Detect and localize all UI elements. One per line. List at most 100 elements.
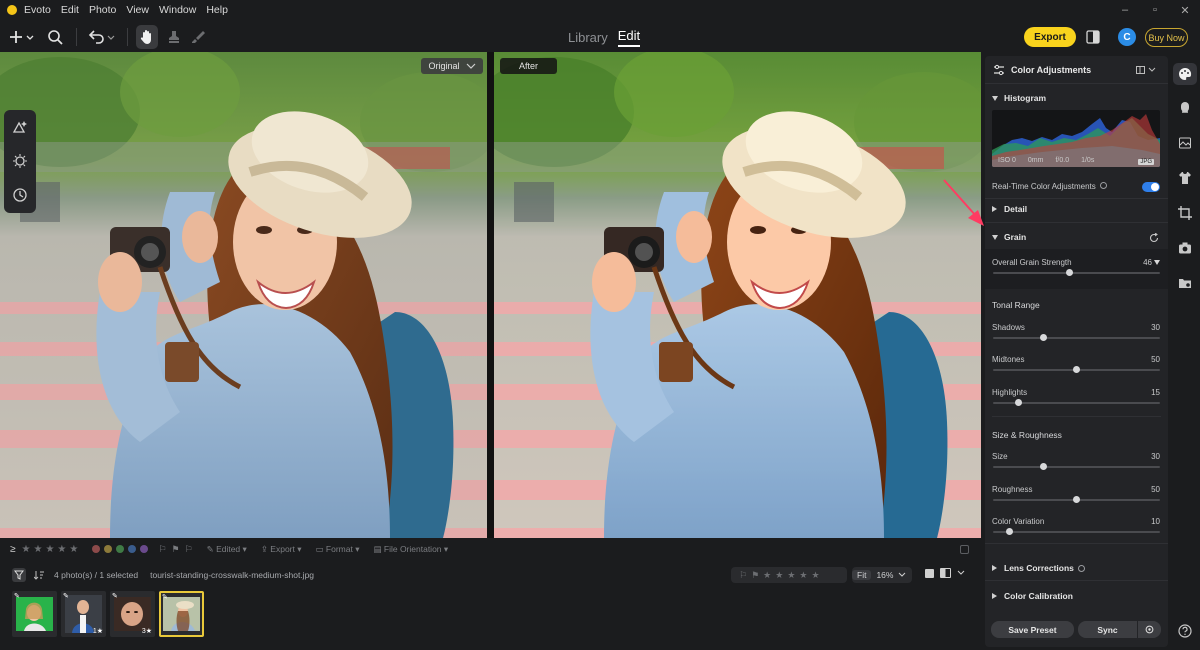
info-icon[interactable] [1077,564,1085,572]
filter-orientation[interactable]: ▤ File Orientation ▾ [373,544,448,555]
flag-icon[interactable]: ⚑ [171,544,179,555]
lens-corrections-toggle[interactable]: Lens Corrections [992,561,1085,575]
after-photo[interactable] [494,52,981,538]
filter-button[interactable] [12,568,26,582]
roughness-value[interactable]: 50 [1151,485,1160,494]
slider-knob[interactable] [1039,334,1047,341]
grain-strength-value[interactable]: 46 [1143,258,1152,267]
clothing-icon[interactable] [1178,171,1192,185]
realtime-toggle[interactable] [1142,182,1160,192]
highlights-slider[interactable] [993,399,1160,406]
original-label[interactable]: Original [421,58,483,74]
help-icon[interactable] [1178,624,1192,638]
stamp-tool-button[interactable] [162,25,186,49]
star-icon[interactable]: ★ [69,544,78,555]
ai-adjust-icon[interactable] [12,119,28,135]
flag-icon[interactable]: ⚐ [739,570,747,581]
camera-icon[interactable] [1178,241,1192,255]
color-calibration-toggle[interactable]: Color Calibration [992,589,1073,603]
image-canvas[interactable]: Original After [0,52,981,538]
caret-down-icon[interactable] [1154,260,1160,265]
color-label-green[interactable] [116,545,125,553]
slider-knob[interactable] [1039,463,1047,470]
star-filter[interactable]: ★ ★ ★ ★ ★ [22,544,79,555]
tab-edit[interactable]: Edit [618,28,640,47]
star-icon[interactable]: ★ [763,570,771,581]
star-icon[interactable]: ★ [33,544,42,555]
thumbnail[interactable]: ✎ 1★ [61,591,106,637]
color-variation-value[interactable]: 10 [1151,517,1160,526]
star-icon[interactable]: ★ [811,570,819,581]
color-label-blue[interactable] [128,545,137,553]
reset-icon[interactable] [1149,233,1159,243]
sync-button[interactable]: Sync [1078,621,1137,638]
sort-icon[interactable] [34,570,44,580]
star-icon[interactable]: ★ [22,544,31,555]
light-effect-icon[interactable] [12,153,28,169]
star-icon[interactable]: ★ [799,570,807,581]
menu-help[interactable]: Help [206,4,228,16]
slider-knob[interactable] [1014,399,1022,406]
close-button[interactable]: ✕ [1170,0,1200,20]
thumbnail[interactable]: ✎ 3★ [110,591,155,637]
star-icon[interactable]: ★ [57,544,66,555]
menu-edit[interactable]: Edit [61,4,79,16]
panel-layout-icon[interactable] [1136,66,1156,74]
filter-format[interactable]: ▭ Format ▾ [316,544,360,555]
star-icon[interactable]: ★ [775,570,783,581]
highlights-value[interactable]: 15 [1151,388,1160,397]
detail-section-toggle[interactable]: Detail [992,202,1027,216]
shadows-value[interactable]: 30 [1151,323,1160,332]
flag-icon[interactable]: ⚐ [158,544,166,555]
slider-knob[interactable] [1073,366,1080,373]
original-photo[interactable] [0,52,487,538]
search-button[interactable] [42,25,68,49]
thumbnail-selected[interactable]: ✎ [159,591,204,637]
save-preset-button[interactable]: Save Preset [991,621,1074,638]
fit-button[interactable]: Fit [852,570,872,580]
grain-section-toggle[interactable]: Grain [992,230,1026,244]
info-icon[interactable] [1099,182,1107,189]
buy-now-button[interactable]: Buy Now [1145,28,1188,47]
size-value[interactable]: 30 [1151,452,1160,461]
single-view-icon[interactable] [925,568,934,578]
filter-edited[interactable]: ✎ Edited ▾ [207,544,247,555]
export-button[interactable]: Export [1024,27,1076,47]
maximize-button[interactable]: ▫ [1140,0,1170,20]
menu-window[interactable]: Window [159,4,196,16]
undo-button[interactable] [85,25,119,49]
chevron-down-icon[interactable] [957,570,965,576]
grain-strength-slider[interactable] [993,269,1160,276]
compare-view-icon[interactable] [940,568,951,578]
folder-settings-icon[interactable] [1178,276,1192,290]
flag-icon[interactable]: ⚑ [751,570,759,581]
shadows-slider[interactable] [993,334,1160,341]
before-after-toggle[interactable] [1086,30,1100,47]
midtones-value[interactable]: 50 [1151,355,1160,364]
color-label-red[interactable] [92,545,101,553]
menu-view[interactable]: View [126,4,149,16]
size-slider[interactable] [993,463,1160,470]
menu-app[interactable]: Evoto [24,4,51,16]
tab-library[interactable]: Library [568,30,608,45]
menu-photo[interactable]: Photo [89,4,116,16]
crop-icon[interactable] [1178,206,1192,220]
histogram-section-toggle[interactable]: Histogram [992,91,1046,105]
background-icon[interactable] [1178,136,1192,150]
hand-tool-button[interactable] [136,25,158,49]
star-icon[interactable]: ★ [787,570,795,581]
brush-tool-button[interactable] [186,25,210,49]
color-label-yellow[interactable] [104,545,113,553]
midtones-slider[interactable] [993,366,1160,373]
flag-icon[interactable]: ⚐ [185,544,193,555]
filter-export[interactable]: ⇪ Export ▾ [261,544,302,555]
face-retouch-icon[interactable] [1178,100,1192,114]
history-icon[interactable] [12,187,28,203]
minimize-button[interactable]: – [1110,0,1140,20]
collapse-icon[interactable] [960,544,969,554]
sum-icon[interactable]: ≥ [10,544,16,555]
slider-knob[interactable] [1073,496,1080,503]
roughness-slider[interactable] [993,496,1160,503]
sync-options-button[interactable] [1138,621,1161,638]
color-label-purple[interactable] [140,545,149,553]
